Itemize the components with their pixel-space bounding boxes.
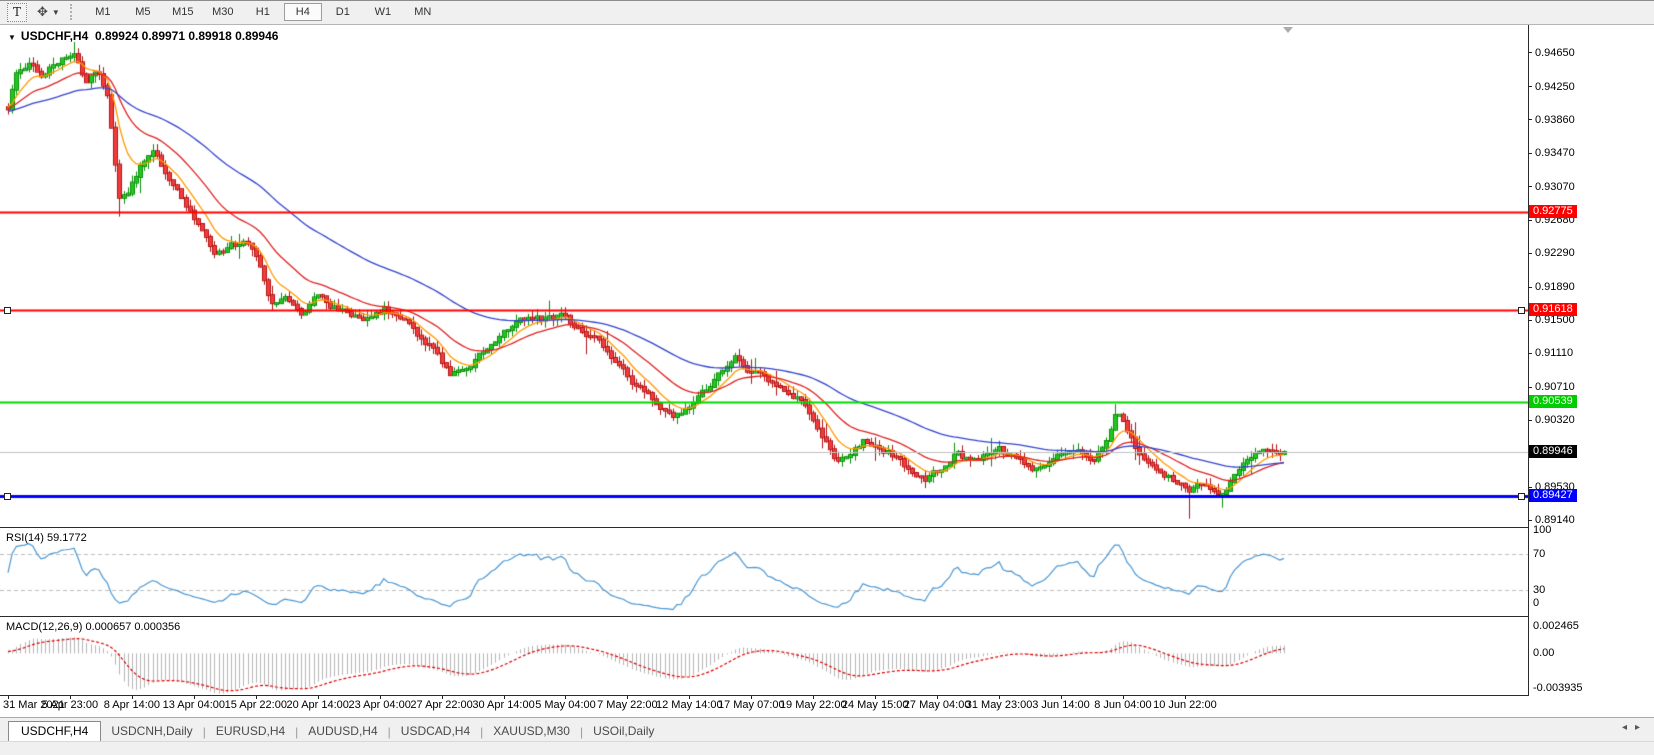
price-line-label: 0.91618 [1529,303,1577,317]
date-label: 31 May 23:00 [965,699,1033,711]
date-label: 5 Apr 23:00 [41,699,99,711]
tab-scroll-right-icon[interactable]: ▸ [1635,722,1648,733]
macd-axis-label: 0.002465 [1533,620,1579,632]
chart-shift-marker[interactable] [1283,27,1293,33]
rsi-panel-canvas[interactable] [0,528,1528,616]
symbol-timeframe: USDCHF,H4 [20,29,89,43]
price-line-label: 0.92775 [1529,204,1577,218]
panel-separator[interactable] [0,616,1528,617]
rsi-label: RSI(14) 59.1772 [6,532,87,544]
tab-scroll-left-icon[interactable]: ◂ [1622,722,1635,733]
price-tick-label: 0.94250 [1528,81,1575,93]
price-line-label: 0.89427 [1529,489,1577,503]
date-label: 3 Jun 14:00 [1032,699,1090,711]
chart-window-top-border [0,0,1654,1]
chart-ohlc-readout: ▼ USDCHF,H4 0.89924 0.89971 0.89918 0.899… [8,29,278,43]
arrow-objects-icon[interactable]: ✥ ▼ [37,4,60,20]
timeframe-button-mn[interactable]: MN [404,3,442,21]
macd-label: MACD(12,26,9) 0.000657 0.000356 [6,621,181,633]
chevron-down-icon[interactable]: ▼ [52,8,60,17]
price-tick-label: 0.93470 [1528,147,1575,159]
timeframe-button-m5[interactable]: M5 [124,3,162,21]
tab-scroll-arrows: ◂▸ [1622,722,1648,733]
top-toolbar: T ✥ ▼ M1 M5 M15 M30 H1 H4 D1 W1 MN [0,0,1654,25]
date-label: 30 Apr 14:00 [472,699,535,711]
date-label: 8 Jun 04:00 [1094,699,1152,711]
date-label: 19 May 22:00 [779,699,847,711]
price-chart-canvas[interactable] [0,25,1528,527]
date-label: 8 Apr 14:00 [103,699,161,711]
chart-tab[interactable]: USDCAD,H4 [391,721,480,742]
timeframe-button-m15[interactable]: M15 [164,3,202,21]
macd-axis-label: 0.00 [1533,647,1555,660]
rsi-axis-label: 70 [1533,548,1546,561]
price-tick-label: 0.91110 [1528,347,1573,359]
line-drag-handle[interactable] [4,307,11,315]
mt4-window: T ✥ ▼ M1 M5 M15 M30 H1 H4 D1 W1 MN ▼ USDCHF,H4 0.… [0,0,1654,755]
text-tool-icon[interactable]: T [7,2,27,22]
price-tick-label: 0.93860 [1528,114,1575,126]
timeframe-button-h4[interactable]: H4 [283,3,322,21]
date-label: 7 May 22:00 [597,699,658,711]
ohlc-values: 0.89924 0.89971 0.89918 0.89946 [94,29,279,43]
chart-tab-bar: USDCHF,H4 USDCNH,Daily | EURUSD,H4 | AUDUSD,H… [0,717,1654,742]
date-label: 12 May 14:00 [656,699,723,711]
arrows-glyph: ✥ [37,4,48,19]
price-line-label: 0.89946 [1529,445,1577,458]
timeframe-button-h1[interactable]: H1 [244,3,282,21]
macd-axis-label: -0.003935 [1533,682,1583,694]
price-tick-label: 0.91890 [1528,281,1575,293]
price-tick-label: 0.92290 [1528,247,1575,259]
date-label: 17 May 07:00 [717,699,785,711]
line-drag-handle[interactable] [4,493,11,501]
collapse-triangle-icon[interactable]: ▼ [8,33,16,42]
chart-tab[interactable]: USDCNH,Daily [101,721,202,742]
timeframe-button-w1[interactable]: W1 [364,3,402,21]
timeframe-button-d1[interactable]: D1 [324,3,362,21]
date-label: 5 May 04:00 [535,699,596,711]
price-tick-label: 0.90710 [1528,381,1575,393]
panel-separator[interactable] [0,527,1528,528]
chart-tab[interactable]: USOil,Daily [583,721,664,742]
chart-tab[interactable]: USDCHF,H4 [8,721,102,742]
timeframe-button-m1[interactable]: M1 [84,3,122,21]
rsi-axis-label: 30 [1533,583,1546,596]
toolbar-grip [69,4,75,20]
date-label: 15 Apr 22:00 [224,699,287,711]
chart-tab[interactable]: AUDUSD,H4 [298,721,387,742]
chart-tab[interactable]: XAUUSD,M30 [483,721,580,742]
timeframe-button-m30[interactable]: M30 [204,3,242,21]
date-label: 27 Apr 22:00 [410,699,473,711]
line-drag-handle[interactable] [1518,493,1525,501]
macd-panel-canvas[interactable] [0,617,1528,695]
date-axis[interactable]: 31 Mar 2021 5 Apr 23:00 8 Apr 14:00 13 Apr … [0,696,1654,717]
chart-tab[interactable]: EURUSD,H4 [206,721,295,742]
price-line-label: 0.90539 [1529,394,1577,408]
date-label: 23 Apr 04:00 [348,699,411,711]
date-label: 27 May 04:00 [903,699,971,711]
date-label: 10 Jun 22:00 [1153,699,1217,711]
date-label: 13 Apr 04:00 [162,699,226,711]
price-tick-label: 0.94650 [1528,47,1575,59]
price-tick-label: 0.93070 [1528,181,1575,193]
price-tick-label: 0.90320 [1528,414,1575,426]
line-drag-handle[interactable] [1518,307,1525,315]
date-label: 20 Apr 14:00 [286,699,349,711]
timeframe-toolbar: M1 M5 M15 M30 H1 H4 D1 W1 MN [83,3,443,21]
date-label: 24 May 15:00 [841,699,909,711]
rsi-axis-label: 100 [1533,524,1552,536]
status-strip [0,741,1654,755]
rsi-axis-label: 0 [1533,597,1540,609]
